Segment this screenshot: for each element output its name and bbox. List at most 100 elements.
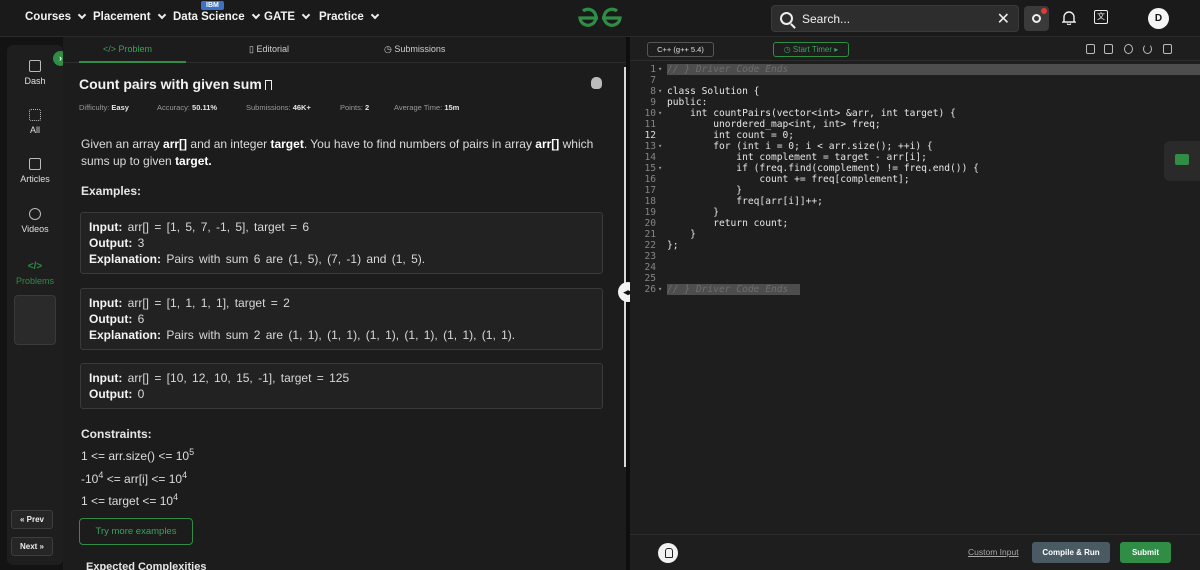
theme-toggle-button[interactable]: [1024, 6, 1049, 31]
chevron-down-icon: [77, 10, 87, 20]
code-line[interactable]: 17 }: [630, 185, 1200, 196]
nav-data-science[interactable]: Data Science: [173, 10, 260, 23]
code-line[interactable]: 13 ▾ for (int i = 0; i < arr.size(); ++i)…: [630, 141, 1200, 152]
chevron-down-icon: [251, 10, 260, 20]
code-line[interactable]: 25: [630, 273, 1200, 284]
code-line[interactable]: 10 ▾ int countPairs(vector<int> &arr, int…: [630, 108, 1200, 119]
examples-heading: Examples:: [81, 184, 142, 198]
language-select[interactable]: C++ (g++ 5.4): [647, 42, 714, 57]
code-line[interactable]: 23: [630, 251, 1200, 262]
submissions-meta: Submissions: 46K+: [246, 103, 311, 112]
code-text: // } Driver Code Ends: [667, 64, 789, 75]
bug-icon[interactable]: [591, 77, 602, 89]
bell-icon[interactable]: [1062, 10, 1076, 25]
code-line[interactable]: 21 }: [630, 229, 1200, 240]
code-line[interactable]: 11 unordered_map<int, int> freq;: [630, 119, 1200, 130]
nav-placement[interactable]: Placement: [93, 10, 166, 23]
example-box: Input: arr[] = [10, 12, 10, 15, -1], tar…: [80, 363, 603, 409]
fold-chevron-icon[interactable]: ▾: [658, 163, 662, 174]
search-input[interactable]: Search... ✕: [771, 5, 1019, 32]
rail-active-highlight: [14, 295, 56, 345]
line-number: 9: [650, 97, 656, 108]
constraint-item: 1 <= arr.size() <= 105: [81, 447, 195, 463]
code-line[interactable]: 16 count += freq[complement];: [630, 174, 1200, 185]
gfg-logo[interactable]: [577, 7, 623, 29]
line-number: 8: [650, 86, 656, 97]
file-icon[interactable]: [1104, 44, 1113, 54]
compile-run-button[interactable]: Compile & Run: [1032, 542, 1110, 563]
start-timer-button[interactable]: ◷ Start Timer ▸: [773, 42, 849, 57]
lightbulb-icon[interactable]: [658, 543, 678, 563]
tab-problem[interactable]: </> Problem: [103, 44, 152, 54]
code-line[interactable]: 8 ▾ class Solution {: [630, 86, 1200, 97]
code-line[interactable]: 9 public:: [630, 97, 1200, 108]
code-line[interactable]: 7: [630, 75, 1200, 86]
problem-tabs: </> Problem ▯ Editorial ◷ Submissions: [63, 37, 626, 63]
line-number: 15: [644, 163, 656, 174]
code-line[interactable]: 18 freq[arr[i]]++;: [630, 196, 1200, 207]
notification-dot: [1041, 8, 1047, 14]
line-number: 12: [644, 130, 656, 141]
reset-icon[interactable]: [1143, 44, 1152, 54]
code-line[interactable]: 24: [630, 262, 1200, 273]
translate-icon[interactable]: 文: [1094, 10, 1108, 24]
code-text: return count;: [667, 218, 789, 229]
line-number: 23: [644, 251, 656, 262]
copy-icon[interactable]: [1086, 44, 1095, 54]
fold-chevron-icon[interactable]: ▾: [658, 141, 662, 152]
fullscreen-icon[interactable]: [1163, 44, 1172, 54]
code-line[interactable]: 20 return count;: [630, 218, 1200, 229]
code-text: // } Driver Code Ends: [667, 284, 789, 295]
code-line[interactable]: 14 int complement = target - arr[i];: [630, 152, 1200, 163]
line-number: 21: [644, 229, 656, 240]
custom-input-link[interactable]: Custom Input: [968, 547, 1019, 557]
nav-courses[interactable]: Courses: [25, 10, 87, 23]
expected-complexities-heading[interactable]: Expected Complexities: [86, 561, 206, 570]
editor-toolbar: C++ (g++ 5.4) ◷ Start Timer ▸: [630, 37, 1200, 61]
nav-practice[interactable]: Practice: [319, 10, 380, 23]
code-text: for (int i = 0; i < arr.size(); ++i) {: [667, 141, 933, 152]
nav-gate[interactable]: GATE: [264, 10, 311, 23]
line-number: 20: [644, 218, 656, 229]
next-button[interactable]: Next »: [11, 537, 53, 556]
chevron-down-icon: [370, 10, 380, 20]
code-area[interactable]: 1 ▾// } Driver Code Ends 7 8 ▾ class Solution…: [630, 64, 1200, 519]
fold-chevron-icon[interactable]: ▾: [658, 284, 662, 295]
rail-item-problems[interactable]: </> Problems: [7, 261, 63, 286]
fold-chevron-icon[interactable]: ▾: [658, 64, 662, 75]
code-line[interactable]: 15 ▾ if (freq.find(complement) != freq.en…: [630, 163, 1200, 174]
constraint-item: -104 <= arr[i] <= 104: [81, 470, 188, 486]
settings-icon[interactable]: [1124, 44, 1133, 54]
constraints-heading: Constraints:: [81, 427, 152, 441]
fold-chevron-icon[interactable]: ▾: [658, 108, 662, 119]
line-number: 17: [644, 185, 656, 196]
chevron-down-icon: [157, 10, 166, 20]
chat-icon[interactable]: [1164, 141, 1200, 181]
code-text: int count = 0;: [667, 130, 795, 141]
code-line[interactable]: 19 }: [630, 207, 1200, 218]
code-line[interactable]: 1 ▾ // } Driver Code Ends: [630, 64, 1200, 75]
ibm-badge: IBM: [201, 1, 224, 10]
example-box: Input: arr[] = [1, 5, 7, -1, 5], target …: [80, 212, 603, 274]
line-number: 24: [644, 262, 656, 273]
fold-chevron-icon[interactable]: ▾: [658, 86, 662, 97]
tab-submissions[interactable]: ◷ Submissions: [384, 44, 445, 55]
bookmark-icon[interactable]: [264, 80, 272, 90]
problem-panel: </> Problem ▯ Editorial ◷ Submissions Co…: [63, 37, 626, 570]
close-icon[interactable]: ✕: [997, 9, 1010, 29]
prev-button[interactable]: « Prev: [11, 510, 53, 529]
rail-item-all[interactable]: All: [7, 109, 63, 135]
rail-item-videos[interactable]: Videos: [7, 208, 63, 234]
try-more-examples-button[interactable]: Try more examples: [79, 518, 193, 545]
average-time-meta: Average Time: 15m: [394, 103, 460, 112]
code-line[interactable]: 12 int count = 0;: [630, 130, 1200, 141]
rail-item-articles[interactable]: Articles: [7, 158, 63, 184]
submit-button[interactable]: Submit: [1120, 542, 1171, 563]
sun-icon: [1032, 14, 1041, 23]
code-line[interactable]: 22};: [630, 240, 1200, 251]
chevron-down-icon: [301, 10, 311, 20]
code-text: unordered_map<int, int> freq;: [667, 119, 881, 130]
code-line[interactable]: 26 ▾ // } Driver Code Ends: [630, 284, 1200, 295]
tab-editorial[interactable]: ▯ Editorial: [249, 44, 289, 55]
avatar[interactable]: D: [1148, 8, 1169, 29]
